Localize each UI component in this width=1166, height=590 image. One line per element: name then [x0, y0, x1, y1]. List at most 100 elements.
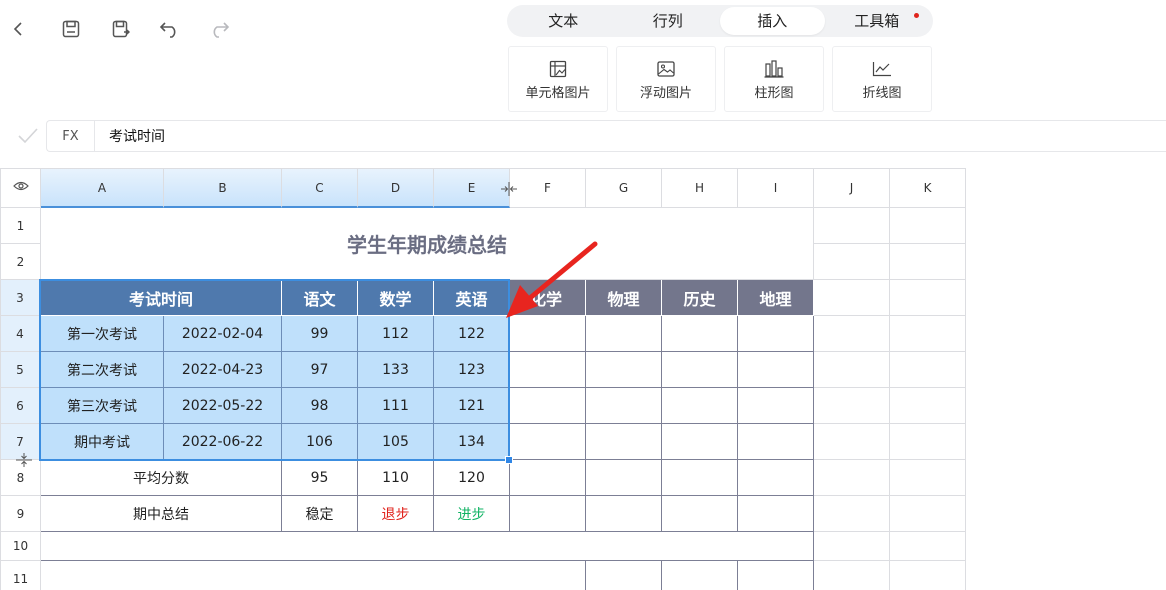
empty-cell[interactable]	[738, 496, 814, 532]
empty-cell[interactable]	[890, 496, 966, 532]
table-row-exam[interactable]: 第三次考试	[41, 388, 164, 424]
column-header-b[interactable]: B	[164, 168, 282, 208]
table-row-exam[interactable]: 期中考试	[41, 424, 164, 460]
table-row-english[interactable]: 121	[434, 388, 510, 424]
table-row-date[interactable]: 2022-05-22	[164, 388, 282, 424]
row-header-3[interactable]: 3	[0, 280, 41, 316]
empty-cell[interactable]	[586, 496, 662, 532]
sheet-title[interactable]: 学生年期成绩总结	[41, 208, 814, 280]
empty-cell[interactable]	[586, 388, 662, 424]
header-history[interactable]: 历史	[662, 280, 738, 316]
empty-cell[interactable]	[662, 561, 738, 590]
row-header-5[interactable]: 5	[0, 352, 41, 388]
undo-icon[interactable]	[157, 16, 183, 42]
row-header-10[interactable]: 10	[0, 532, 41, 561]
summary-label[interactable]: 期中总结	[41, 496, 282, 532]
cell-k1[interactable]	[890, 208, 966, 244]
summary-math[interactable]: 退步	[358, 496, 434, 532]
row-header-6[interactable]: 6	[0, 388, 41, 424]
table-row-math[interactable]: 105	[358, 424, 434, 460]
table-row-chinese[interactable]: 99	[282, 316, 358, 352]
cell-j1[interactable]	[814, 208, 890, 244]
table-row-math[interactable]: 133	[358, 352, 434, 388]
empty-cell[interactable]	[890, 460, 966, 496]
table-row-date[interactable]: 2022-04-23	[164, 352, 282, 388]
insert-cell-image-button[interactable]: 单元格图片	[508, 46, 608, 112]
empty-cell[interactable]	[662, 460, 738, 496]
column-header-e[interactable]: E	[434, 168, 510, 208]
cell-j3[interactable]	[814, 280, 890, 316]
row-header-11[interactable]: 11	[0, 561, 41, 590]
empty-cell[interactable]	[662, 496, 738, 532]
column-header-c[interactable]: C	[282, 168, 358, 208]
empty-cell[interactable]	[510, 388, 586, 424]
merged-empty-row[interactable]	[41, 532, 814, 561]
tab-insert[interactable]: 插入	[720, 7, 825, 35]
column-header-h[interactable]: H	[662, 168, 738, 208]
empty-cell[interactable]	[738, 460, 814, 496]
empty-cell[interactable]	[738, 561, 814, 590]
empty-cell[interactable]	[510, 352, 586, 388]
save-icon[interactable]	[58, 16, 84, 42]
empty-cell[interactable]	[510, 460, 586, 496]
empty-cell[interactable]	[510, 496, 586, 532]
tab-text[interactable]: 文本	[511, 7, 616, 35]
table-row-math[interactable]: 111	[358, 388, 434, 424]
fill-handle[interactable]	[505, 456, 513, 464]
empty-cell[interactable]	[814, 388, 890, 424]
header-physics[interactable]: 物理	[586, 280, 662, 316]
formula-input[interactable]: 考试时间	[95, 126, 165, 146]
column-header-i[interactable]: I	[738, 168, 814, 208]
average-math[interactable]: 110	[358, 460, 434, 496]
row-header-9[interactable]: 9	[0, 496, 41, 532]
average-chinese[interactable]: 95	[282, 460, 358, 496]
empty-cell[interactable]	[662, 352, 738, 388]
summary-english[interactable]: 进步	[434, 496, 510, 532]
table-row-math[interactable]: 112	[358, 316, 434, 352]
empty-cell[interactable]	[586, 561, 662, 590]
insert-floating-image-button[interactable]: 浮动图片	[616, 46, 716, 112]
table-row-chinese[interactable]: 97	[282, 352, 358, 388]
column-header-k[interactable]: K	[890, 168, 966, 208]
table-row-chinese[interactable]: 98	[282, 388, 358, 424]
tab-rows-columns[interactable]: 行列	[616, 7, 721, 35]
empty-cell[interactable]	[814, 496, 890, 532]
empty-cell[interactable]	[510, 316, 586, 352]
table-row-english[interactable]: 134	[434, 424, 510, 460]
cell-j2[interactable]	[814, 244, 890, 280]
confirm-check-icon[interactable]	[16, 126, 40, 146]
row-resize-handle-icon[interactable]	[16, 452, 32, 468]
table-row-date[interactable]: 2022-06-22	[164, 424, 282, 460]
empty-cell[interactable]	[890, 388, 966, 424]
table-row-exam[interactable]: 第二次考试	[41, 352, 164, 388]
summary-chinese[interactable]: 稳定	[282, 496, 358, 532]
empty-cell[interactable]	[738, 424, 814, 460]
column-header-j[interactable]: J	[814, 168, 890, 208]
empty-cell[interactable]	[662, 388, 738, 424]
eye-icon[interactable]	[12, 180, 29, 196]
table-row-date[interactable]: 2022-02-04	[164, 316, 282, 352]
column-header-d[interactable]: D	[358, 168, 434, 208]
empty-cell[interactable]	[890, 561, 966, 590]
empty-cell[interactable]	[738, 352, 814, 388]
empty-cell[interactable]	[586, 460, 662, 496]
empty-cell[interactable]	[586, 352, 662, 388]
empty-cell[interactable]	[814, 460, 890, 496]
average-label[interactable]: 平均分数	[41, 460, 282, 496]
redo-icon[interactable]	[206, 16, 232, 42]
back-icon[interactable]	[6, 16, 32, 42]
header-geography[interactable]: 地理	[738, 280, 814, 316]
empty-cell[interactable]	[890, 316, 966, 352]
empty-cell[interactable]	[586, 316, 662, 352]
header-math[interactable]: 数学	[358, 280, 434, 316]
empty-cell[interactable]	[814, 561, 890, 590]
average-english[interactable]: 120	[434, 460, 510, 496]
select-all-corner[interactable]	[0, 168, 41, 208]
column-header-g[interactable]: G	[586, 168, 662, 208]
empty-cell[interactable]	[814, 316, 890, 352]
empty-cell[interactable]	[662, 424, 738, 460]
empty-cell[interactable]	[738, 316, 814, 352]
header-exam-time[interactable]: 考试时间	[41, 280, 282, 316]
column-header-f[interactable]: F	[510, 168, 586, 208]
empty-cell[interactable]	[662, 316, 738, 352]
